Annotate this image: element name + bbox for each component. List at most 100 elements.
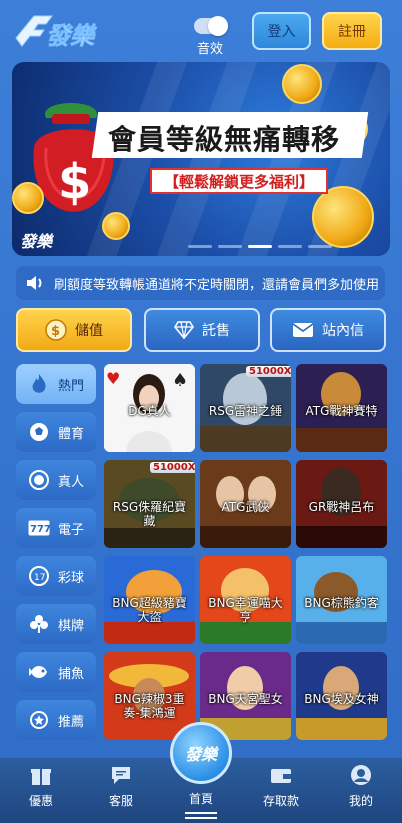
game-tile[interactable]: ATG戰神賽特 <box>296 364 387 452</box>
nav-home-label: 首頁 <box>188 792 213 806</box>
envelope-icon <box>292 322 314 338</box>
sound-label: 音效 <box>196 42 223 57</box>
multiplier-badge: 51000X <box>246 366 291 377</box>
banner-subtitle: 【輕鬆解鎖更多福利】 <box>163 173 314 191</box>
slot-777-icon: 777 <box>28 517 50 539</box>
category-label: 棋牌 <box>58 618 85 634</box>
banner-dot[interactable] <box>188 245 212 248</box>
game-name: RSG雷神之錘 <box>208 404 283 418</box>
deposit-button[interactable]: $ 儲值 <box>16 308 132 352</box>
multiplier-badge: 51000X <box>150 462 195 473</box>
withdraw-label: 託售 <box>202 323 230 339</box>
category-label: 彩球 <box>58 570 85 586</box>
banner-title: 會員等級無痛轉移 <box>108 123 341 156</box>
gift-icon <box>18 758 64 788</box>
menu-lines-icon <box>185 812 217 819</box>
inbox-button[interactable]: 站內信 <box>270 308 386 352</box>
svg-text:♥: ♥ <box>106 369 120 388</box>
game-name: BNG埃及女神 <box>304 692 379 706</box>
game-name: BNG辣椒3重奏-集鴻運 <box>114 692 185 720</box>
banner-dot-active[interactable] <box>248 245 272 248</box>
category-label: 推薦 <box>58 714 85 730</box>
game-tile[interactable]: BNG幸運喵大亨 <box>200 556 291 644</box>
svg-text:♠: ♠ <box>172 370 188 391</box>
banner-logo: 發樂 <box>20 232 53 251</box>
nav-label: 優惠 <box>28 794 53 808</box>
category-hot[interactable]: 熱門 <box>16 364 96 404</box>
banner-dot[interactable] <box>308 245 332 248</box>
svg-text:17: 17 <box>34 573 45 583</box>
fire-icon <box>28 373 50 395</box>
chat-bubble-icon <box>98 758 144 788</box>
banner-dot[interactable] <box>218 245 242 248</box>
card-suits-icon <box>28 613 50 635</box>
nav-wallet[interactable]: 存取款 <box>258 758 304 823</box>
nav-label: 我的 <box>348 794 373 808</box>
category-recommend[interactable]: 推薦 <box>16 700 96 740</box>
category-sports[interactable]: 體育 <box>16 412 96 452</box>
category-label: 體育 <box>58 426 85 442</box>
category-label: 捕魚 <box>58 666 85 682</box>
nav-service[interactable]: 客服 <box>98 758 144 823</box>
register-button[interactable]: 註冊 <box>322 12 382 50</box>
nav-home-button[interactable]: 發樂 <box>170 722 232 784</box>
game-tile[interactable]: BNG辣椒3重奏-集鴻運 <box>104 652 195 740</box>
game-tile[interactable]: BNG埃及女神 <box>296 652 387 740</box>
game-name: BNG幸運喵大亨 <box>208 596 283 624</box>
fish-icon <box>28 661 50 683</box>
speaker-icon <box>16 266 54 300</box>
nav-mine[interactable]: 我的 <box>338 758 384 823</box>
login-button[interactable]: 登入 <box>252 12 311 50</box>
deposit-label: 儲值 <box>75 323 103 339</box>
game-tile[interactable]: 51000X RSG雷神之錘 <box>200 364 291 452</box>
category-lottery[interactable]: 17 彩球 <box>16 556 96 596</box>
site-logo[interactable]: 發樂 <box>12 8 122 54</box>
announcement-text: 刷額度等致轉帳通道將不定時關閉，還請會員們多加使用 <box>54 277 380 293</box>
category-label: 熱門 <box>58 378 85 394</box>
game-tile[interactable]: ♥ ♠ DG真人 <box>104 364 195 452</box>
nav-label: 存取款 <box>262 794 299 808</box>
soccer-ball-icon <box>28 421 50 443</box>
home-logo-icon: 發樂 <box>184 745 217 764</box>
withdraw-button[interactable]: 託售 <box>144 308 260 352</box>
game-name: BNG天宮聖女 <box>208 692 283 706</box>
category-slots[interactable]: 777 電子 <box>16 508 96 548</box>
nav-label: 客服 <box>108 794 133 808</box>
game-tile[interactable]: BNG棕熊釣客 <box>296 556 387 644</box>
announcement-marquee[interactable]: 刷額度等致轉帳通道將不定時關閉，還請會員們多加使用 <box>16 266 385 300</box>
game-tile[interactable]: 51000X RSG侏羅紀寶藏 <box>104 460 195 548</box>
game-name: GR戰神呂布 <box>308 500 375 514</box>
deposit-coin-icon: $ <box>45 319 67 341</box>
category-live[interactable]: 真人 <box>16 460 96 500</box>
sound-switch[interactable] <box>194 16 228 36</box>
game-name: BNG棕熊釣客 <box>304 596 379 610</box>
sound-toggle[interactable]: 音效 <box>190 14 230 57</box>
category-label: 電子 <box>58 522 85 538</box>
svg-text:$: $ <box>58 154 91 210</box>
header: 發樂 音效 登入 註冊 <box>0 0 402 60</box>
svg-text:$: $ <box>51 324 60 339</box>
game-tile[interactable]: GR戰神呂布 <box>296 460 387 548</box>
game-name: ATG武俠 <box>221 500 270 514</box>
diamond-icon <box>174 321 194 339</box>
category-cards[interactable]: 棋牌 <box>16 604 96 644</box>
lottery-ball-icon: 17 <box>28 565 50 587</box>
nav-promo[interactable]: 優惠 <box>18 758 64 823</box>
game-tile[interactable]: BNG超級豬寶大盜 <box>104 556 195 644</box>
inbox-label: 站內信 <box>322 323 364 339</box>
chip-icon <box>28 469 50 491</box>
svg-text:發樂: 發樂 <box>46 22 98 50</box>
category-fishing[interactable]: 捕魚 <box>16 652 96 692</box>
game-name: RSG侏羅紀寶藏 <box>112 500 187 528</box>
category-label: 真人 <box>58 474 85 490</box>
banner-dot[interactable] <box>278 245 302 248</box>
svg-text:777: 777 <box>30 524 50 535</box>
game-name: BNG超級豬寶大盜 <box>112 596 187 624</box>
user-icon <box>338 758 384 788</box>
wallet-icon <box>258 758 304 788</box>
game-name: ATG戰神賽特 <box>305 404 378 418</box>
game-name: DG真人 <box>128 404 171 418</box>
promo-banner[interactable]: $ 會員等級無痛轉移 【輕鬆解鎖更多福利】 發樂 <box>12 62 390 256</box>
medal-icon <box>28 709 50 731</box>
game-tile[interactable]: ATG武俠 <box>200 460 291 548</box>
